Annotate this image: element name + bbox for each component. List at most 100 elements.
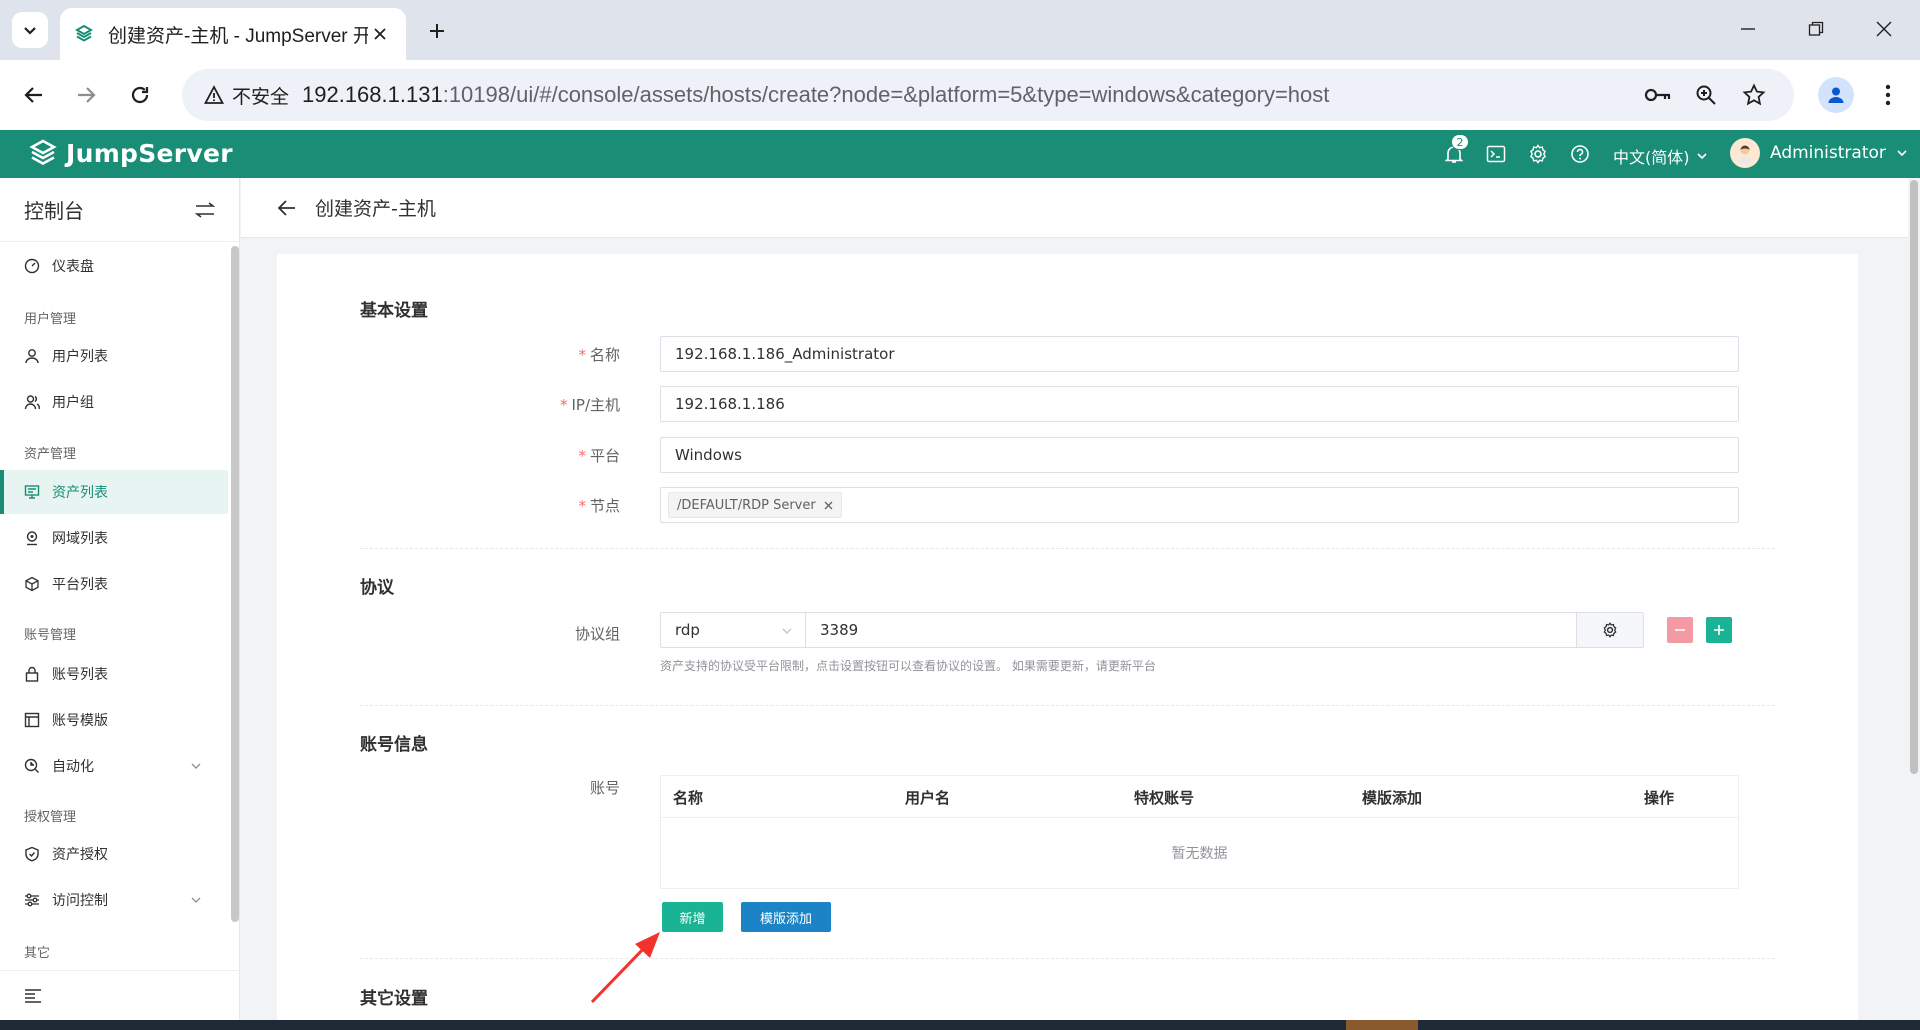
sidebar-item-label: 用户列表 bbox=[52, 349, 108, 365]
name-input[interactable]: 192.168.1.186_Administrator bbox=[660, 336, 1739, 372]
new-tab-button[interactable] bbox=[420, 14, 454, 48]
user-menu[interactable]: Administrator bbox=[1730, 138, 1908, 168]
sidebar-item-user-list[interactable]: 用户列表 bbox=[0, 334, 228, 378]
ip-label: * IP/主机 bbox=[559, 396, 620, 414]
main-scrollbar[interactable] bbox=[1908, 178, 1920, 1020]
profile-button[interactable] bbox=[1818, 77, 1854, 113]
sidebar-group-accounts: 账号管理 bbox=[24, 628, 77, 643]
close-icon bbox=[374, 28, 386, 40]
add-account-button[interactable]: 新增 bbox=[662, 902, 723, 932]
section-title-protocol: 协议 bbox=[360, 578, 394, 598]
zoom-button[interactable] bbox=[1692, 81, 1720, 109]
protocol-hint: 资产支持的协议受平台限制，点击设置按钮可以查看协议的设置。 如果需要更新，请更新… bbox=[660, 659, 1156, 673]
gear-icon bbox=[1530, 144, 1546, 164]
chevron-down-icon bbox=[191, 763, 201, 769]
account-label: 账号 bbox=[589, 779, 620, 797]
remove-protocol-button[interactable] bbox=[1667, 617, 1693, 643]
site-security-chip[interactable]: 不安全 bbox=[192, 76, 301, 114]
tag-close-icon[interactable] bbox=[824, 501, 833, 510]
reload-button[interactable] bbox=[122, 77, 158, 113]
language-selector[interactable]: 中文(简体) bbox=[1613, 144, 1708, 168]
chevron-down-icon bbox=[24, 27, 36, 35]
sidebar-item-zone-list[interactable]: 网域列表 bbox=[0, 516, 228, 560]
sliders-icon bbox=[25, 893, 39, 907]
sidebar-item-access-control[interactable]: 访问控制 bbox=[0, 878, 228, 922]
web-terminal-button[interactable] bbox=[1484, 142, 1508, 166]
key-icon bbox=[1644, 88, 1671, 102]
chevron-down-icon bbox=[1696, 153, 1707, 160]
sidebar-item-platform-list[interactable]: 平台列表 bbox=[0, 562, 228, 606]
forward-button[interactable] bbox=[68, 77, 104, 113]
more-vertical-icon bbox=[1885, 84, 1891, 106]
sidebar-collapse-button[interactable] bbox=[0, 970, 240, 1020]
automation-icon bbox=[24, 758, 39, 773]
node-tag-label: /DEFAULT/RDP Server bbox=[677, 497, 816, 513]
section-title-account: 账号信息 bbox=[360, 735, 428, 755]
restore-icon bbox=[1808, 21, 1824, 36]
browser-tab[interactable]: 创建资产-主机 - JumpServer 开 bbox=[60, 8, 406, 60]
app-header: JumpServer 中文(简体) Administrator bbox=[0, 130, 1920, 178]
language-label: 中文(简体) bbox=[1613, 148, 1690, 167]
asset-form-card: 基本设置 * 名称 192.168.1.186_Administrator * IP… bbox=[277, 254, 1858, 1020]
protocol-group-label: 协议组 bbox=[574, 625, 620, 643]
account-table-header: 名称 用户名 特权账号 模版添加 操作 bbox=[661, 776, 1738, 818]
close-window-button[interactable] bbox=[1862, 12, 1906, 46]
sidebar-group-other: 其它 bbox=[24, 946, 51, 961]
url-text[interactable]: 192.168.1.131:10198/ui/#/console/assets/… bbox=[302, 82, 1329, 108]
tab-search-button[interactable] bbox=[12, 12, 48, 48]
section-divider bbox=[360, 548, 1775, 549]
platform-input[interactable]: Windows bbox=[660, 437, 1739, 473]
sidebar-item-dashboard[interactable]: 仪表盘 bbox=[0, 244, 228, 288]
url-path: :10198/ui/#/console/assets/hosts/create?… bbox=[442, 82, 1330, 107]
restore-button[interactable] bbox=[1794, 12, 1838, 46]
sidebar-item-label: 自动化 bbox=[52, 759, 94, 775]
sidebar-item-asset-list[interactable]: 资产列表 bbox=[0, 470, 228, 514]
sidebar-item-automation[interactable]: 自动化 bbox=[0, 744, 228, 788]
arrow-left-icon bbox=[24, 87, 42, 103]
minimize-button[interactable] bbox=[1726, 12, 1770, 46]
app-logo[interactable]: JumpServer bbox=[28, 138, 233, 168]
sidebar-item-account-list[interactable]: 账号列表 bbox=[0, 652, 228, 696]
bookmark-button[interactable] bbox=[1740, 81, 1768, 109]
tab-close-button[interactable] bbox=[368, 22, 392, 46]
help-button[interactable] bbox=[1568, 142, 1592, 166]
sidebar-item-user-group[interactable]: 用户组 bbox=[0, 380, 228, 424]
sidebar-item-label: 账号模版 bbox=[52, 713, 108, 729]
browser-tab-strip: 创建资产-主机 - JumpServer 开 bbox=[0, 0, 1920, 60]
account-table-empty: 暂无数据 bbox=[1171, 846, 1228, 862]
port-input[interactable]: 3389 bbox=[805, 612, 1577, 648]
settings-button[interactable] bbox=[1526, 142, 1550, 166]
arrow-right-icon bbox=[78, 87, 96, 103]
switch-view-icon[interactable] bbox=[195, 201, 215, 218]
warning-icon bbox=[204, 85, 224, 104]
column-header: 模版添加 bbox=[1362, 789, 1423, 807]
page-title: 创建资产-主机 bbox=[315, 198, 436, 220]
template-add-button[interactable]: 模版添加 bbox=[741, 902, 831, 932]
sidebar-item-account-template[interactable]: 账号模版 bbox=[0, 698, 228, 742]
sidebar-scrollbar[interactable] bbox=[229, 244, 239, 922]
user-name: Administrator bbox=[1770, 143, 1886, 163]
add-protocol-button[interactable] bbox=[1706, 617, 1732, 643]
ip-input[interactable]: 192.168.1.186 bbox=[660, 386, 1739, 422]
gear-icon bbox=[1603, 622, 1617, 638]
star-icon bbox=[1742, 83, 1766, 106]
column-header: 名称 bbox=[673, 789, 704, 807]
address-bar[interactable]: 不安全 192.168.1.131:10198/ui/#/console/ass… bbox=[182, 69, 1794, 121]
browser-menu-button[interactable] bbox=[1870, 77, 1906, 113]
chevron-down-icon bbox=[191, 897, 201, 903]
sidebar-header: 控制台 bbox=[0, 178, 239, 242]
protocol-settings-button[interactable] bbox=[1576, 612, 1644, 648]
sidebar-item-label: 资产列表 bbox=[52, 485, 108, 501]
section-title-basic: 基本设置 bbox=[360, 301, 428, 321]
sidebar-item-asset-permission[interactable]: 资产授权 bbox=[0, 832, 228, 876]
lock-icon bbox=[25, 666, 39, 682]
logo-text: JumpServer bbox=[66, 138, 233, 168]
back-arrow-icon[interactable] bbox=[277, 199, 297, 217]
plus-icon bbox=[430, 24, 444, 38]
password-key-button[interactable] bbox=[1644, 81, 1672, 109]
back-button[interactable] bbox=[16, 77, 52, 113]
chevron-down-icon bbox=[782, 628, 792, 634]
shield-icon bbox=[25, 846, 39, 862]
sidebar-item-label: 用户组 bbox=[52, 395, 94, 411]
protocol-select[interactable]: rdp bbox=[660, 612, 806, 648]
